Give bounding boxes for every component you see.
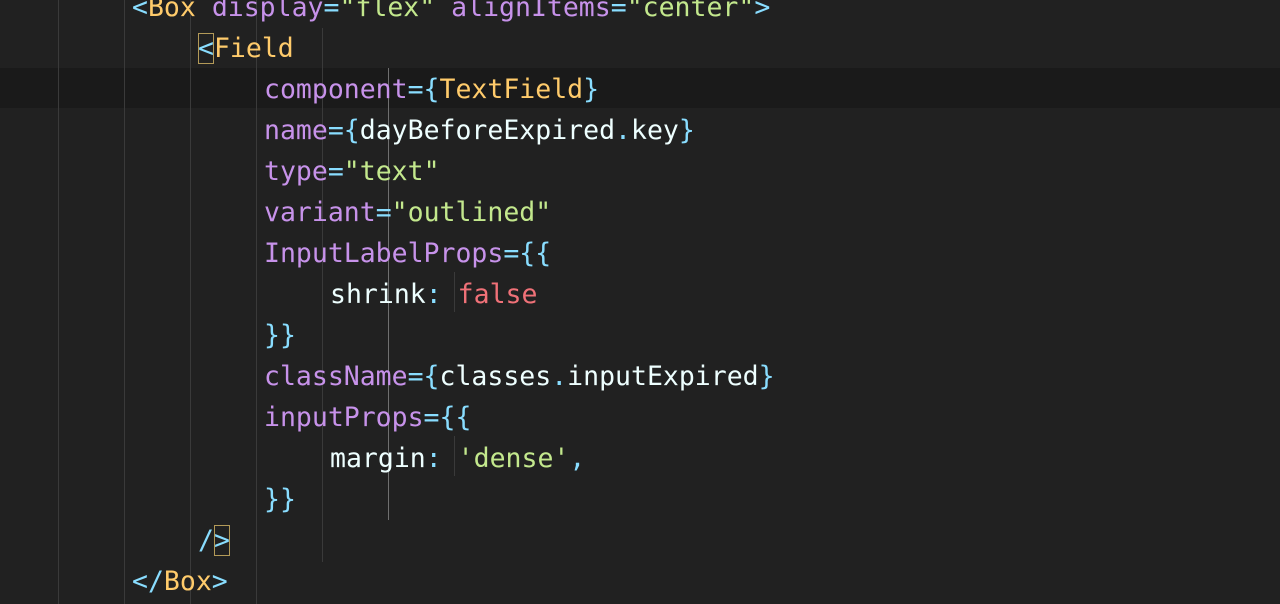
code-token: Box <box>163 566 212 597</box>
code-line[interactable]: <Field <box>198 29 294 69</box>
code-token: = <box>610 0 627 23</box>
matching-bracket: < <box>198 33 214 64</box>
code-line[interactable]: /> <box>198 521 230 561</box>
code-line[interactable]: margin: 'dense', <box>330 439 585 479</box>
code-token: } <box>678 115 695 146</box>
code-line[interactable]: component={TextField} <box>264 70 599 110</box>
code-token: "flex" <box>339 0 436 23</box>
indent-guide <box>124 0 125 604</box>
code-token: shrink <box>330 279 426 310</box>
code-token: } <box>758 361 775 392</box>
code-token: </ <box>132 566 164 597</box>
code-line[interactable]: <Box display="flex" alignItems="center"> <box>132 0 770 28</box>
indent-guide <box>190 0 191 604</box>
code-line[interactable]: }} <box>264 480 296 520</box>
code-token: : <box>425 279 442 310</box>
code-token: ={{ <box>423 402 472 433</box>
code-token: ={ <box>327 115 360 146</box>
code-token: < <box>132 0 148 23</box>
code-token: "text" <box>343 156 440 187</box>
matching-bracket: > <box>213 525 230 556</box>
code-token: = <box>375 197 392 228</box>
code-token: = <box>323 0 340 23</box>
code-token: InputLabelProps <box>264 238 504 269</box>
code-line[interactable]: shrink: false <box>330 275 537 315</box>
code-token: dayBeforeExpired <box>359 115 616 146</box>
code-line[interactable]: }} <box>264 316 296 356</box>
current-line-highlight <box>0 68 1280 108</box>
code-token: > <box>211 566 228 597</box>
code-line[interactable]: variant="outlined" <box>264 193 551 233</box>
code-token: ={ <box>407 361 440 392</box>
code-token: }} <box>264 484 296 515</box>
code-token: component <box>264 74 408 105</box>
code-line[interactable]: name={dayBeforeExpired.key} <box>264 111 695 151</box>
code-token: : <box>425 443 442 474</box>
code-token: false <box>457 279 538 310</box>
indent-guide <box>58 0 59 604</box>
code-token: alignItems <box>451 0 611 23</box>
code-token: "center" <box>626 0 755 23</box>
code-token: inputExpired <box>567 361 759 392</box>
code-editor[interactable]: <Box display="flex" alignItems="center">… <box>0 0 1280 604</box>
code-token: key <box>631 115 679 146</box>
code-token: className <box>264 361 408 392</box>
indent-guide <box>256 0 257 604</box>
code-token: variant <box>264 197 376 228</box>
code-token: classes <box>439 361 552 392</box>
code-token: inputProps <box>264 402 424 433</box>
code-token: , <box>569 443 586 474</box>
code-token: }} <box>264 320 296 351</box>
code-line[interactable]: inputProps={{ <box>264 398 471 438</box>
code-line[interactable]: InputLabelProps={{ <box>264 234 551 274</box>
code-line[interactable]: className={classes.inputExpired} <box>264 357 775 397</box>
code-token: } <box>583 74 600 105</box>
code-token: > <box>754 0 771 23</box>
code-line[interactable]: </Box> <box>132 562 228 602</box>
code-token: "outlined" <box>391 197 552 228</box>
code-token: margin <box>330 443 426 474</box>
code-line[interactable]: type="text" <box>264 152 440 192</box>
code-token: = <box>327 156 344 187</box>
code-token: name <box>264 115 328 146</box>
code-token: . <box>615 115 631 146</box>
code-token: 'dense' <box>457 443 570 474</box>
code-token: type <box>264 156 328 187</box>
code-token: . <box>551 361 568 392</box>
code-token: display <box>211 0 324 23</box>
code-token: ={ <box>407 74 440 105</box>
code-token: ={{ <box>503 238 552 269</box>
code-token: Field <box>213 33 294 64</box>
code-token: TextField <box>439 74 584 105</box>
code-token: / <box>198 525 214 556</box>
code-token: Box <box>147 0 196 23</box>
